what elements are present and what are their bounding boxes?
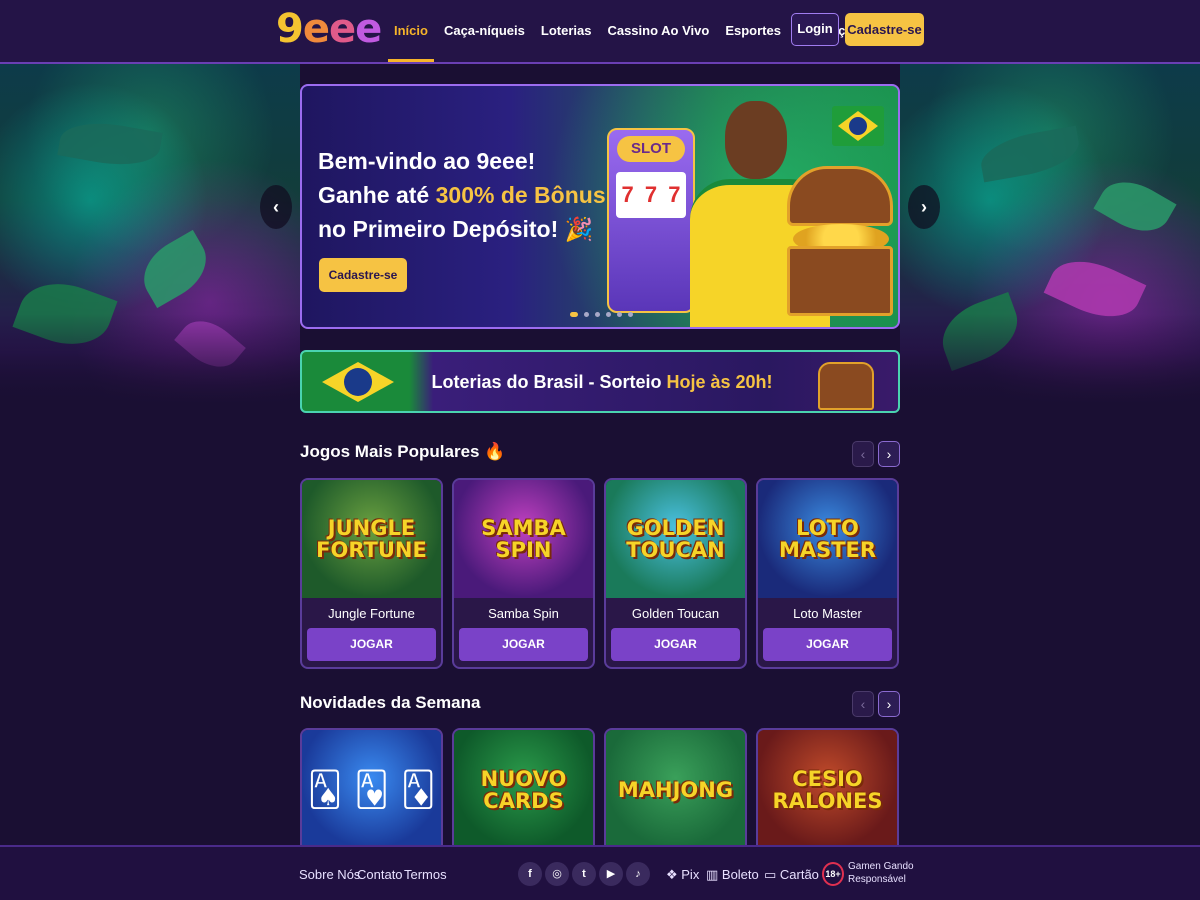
game-card[interactable]: GOLDEN TOUCAN Golden Toucan JOGAR [604, 478, 747, 669]
game-card[interactable]: LOTO MASTER Loto Master JOGAR [756, 478, 899, 669]
play-button[interactable]: JOGAR [611, 628, 740, 661]
carousel-dot[interactable] [584, 312, 589, 317]
carousel-dot[interactable] [628, 312, 633, 317]
hero-next-button[interactable]: › [908, 185, 940, 229]
tiktok-icon[interactable]: ♪ [626, 862, 650, 886]
treasure-chest-icon [818, 362, 874, 410]
nav-sports[interactable]: Esportes [717, 0, 789, 62]
game-thumbnail[interactable]: CESIO RALONES [758, 730, 897, 848]
game-card[interactable]: CESIO RALONES [756, 728, 899, 848]
carousel-indicators [570, 312, 633, 317]
age-restriction-badge: 18+ [822, 862, 844, 886]
twitter-icon[interactable]: t [572, 862, 596, 886]
game-name: Loto Master [793, 606, 862, 621]
nav-lotteries[interactable]: Loterias [533, 0, 600, 62]
game-card[interactable]: SAMBA SPIN Samba Spin JOGAR [452, 478, 595, 669]
jungle-background-left [0, 64, 300, 404]
popular-prev-button[interactable]: ‹ [852, 441, 874, 467]
game-name: Jungle Fortune [328, 606, 415, 621]
play-button[interactable]: JOGAR [459, 628, 588, 661]
game-card[interactable]: MAHJONG [604, 728, 747, 848]
new-games-next-button[interactable]: › [878, 691, 900, 717]
login-button[interactable]: Login [791, 13, 839, 46]
carousel-dot[interactable] [570, 312, 578, 317]
slot-machine-illustration: SLOT 777 [607, 128, 695, 313]
game-thumbnail[interactable]: NUOVO CARDS [454, 730, 593, 848]
footer-link-contact[interactable]: Contato [357, 867, 403, 882]
carousel-dot[interactable] [606, 312, 611, 317]
play-button[interactable]: JOGAR [763, 628, 892, 661]
lottery-banner-text: Loterias do Brasil - Sorteio Hoje às 20h… [431, 372, 773, 392]
play-button[interactable]: JOGAR [307, 628, 436, 661]
game-name: Samba Spin [488, 606, 559, 621]
payment-boleto: ▥ Boleto [706, 867, 759, 882]
facebook-icon[interactable]: f [518, 862, 542, 886]
game-thumbnail[interactable]: JUNGLE FORTUNE [302, 480, 441, 598]
carousel-dot[interactable] [617, 312, 622, 317]
hero-headline: Bem-vindo ao 9eee! Ganhe até 300% de Bôn… [318, 148, 606, 242]
game-card[interactable]: JUNGLE FORTUNE Jungle Fortune JOGAR [300, 478, 443, 669]
popular-next-button[interactable]: › [878, 441, 900, 467]
lottery-banner[interactable]: Loterias do Brasil - Sorteio Hoje às 20h… [300, 350, 900, 413]
youtube-icon[interactable]: ▶ [599, 862, 623, 886]
payment-pix: ❖ Pix [666, 867, 700, 882]
treasure-chest-illustration [787, 166, 897, 316]
carousel-dot[interactable] [595, 312, 600, 317]
responsible-gaming-text[interactable]: Gamen Gando Responsável [848, 860, 914, 886]
footer-link-terms[interactable]: Termos [404, 867, 447, 882]
nav-home[interactable]: Início [386, 0, 436, 62]
jungle-background-right [900, 64, 1200, 404]
footer: Sobre Nós Contato Termos f ◎ t ▶ ♪ ❖ Pix… [0, 845, 1200, 900]
site-logo[interactable]: 9eee [276, 6, 382, 52]
top-header: 9eee Início Caça-níqueis Loterias Cassin… [0, 0, 1200, 64]
game-card[interactable]: NUOVO CARDS [452, 728, 595, 848]
signup-button[interactable]: Cadastre-se [845, 13, 924, 46]
new-games-title: Novidades da Semana [300, 693, 481, 712]
game-thumbnail[interactable]: SAMBA SPIN [454, 480, 593, 598]
new-games-prev-button[interactable]: ‹ [852, 691, 874, 717]
game-thumbnail[interactable]: 🂡 🂱 🃁 [302, 730, 441, 848]
game-card[interactable]: 🂡 🂱 🃁 [300, 728, 443, 848]
brazil-flag-icon [832, 106, 884, 146]
hero-prev-button[interactable]: ‹ [260, 185, 292, 229]
footer-link-about[interactable]: Sobre Nós [299, 867, 360, 882]
payment-card: ▭ Cartão [764, 867, 819, 882]
game-thumbnail[interactable]: LOTO MASTER [758, 480, 897, 598]
game-name: Golden Toucan [631, 606, 720, 621]
hero-signup-button[interactable]: Cadastre-se [319, 258, 407, 292]
game-thumbnail[interactable]: MAHJONG [606, 730, 745, 848]
hero-banner[interactable]: Bem-vindo ao 9eee! Ganhe até 300% de Bôn… [300, 84, 900, 329]
game-thumbnail[interactable]: GOLDEN TOUCAN [606, 480, 745, 598]
nav-slots[interactable]: Caça-níqueis [436, 0, 533, 62]
popular-games-title: Jogos Mais Populares 🔥 [300, 442, 506, 461]
nav-live-casino[interactable]: Cassino Ao Vivo [599, 0, 717, 62]
instagram-icon[interactable]: ◎ [545, 862, 569, 886]
